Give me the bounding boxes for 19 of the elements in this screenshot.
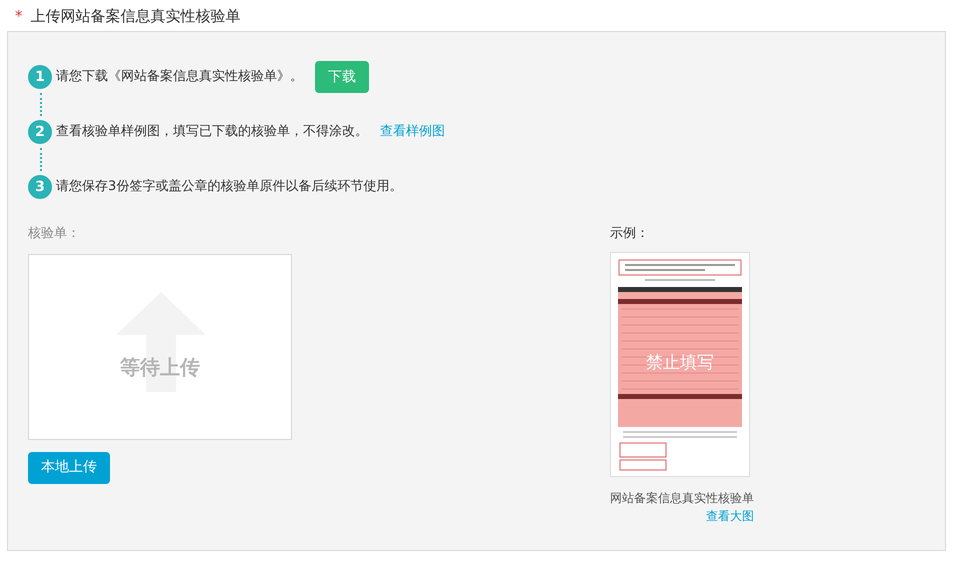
sample-caption: 网站备案信息真实性核验单 [610, 490, 754, 506]
field-label: 示例： [610, 225, 649, 243]
upload-status-text: 等待上传 [120, 354, 200, 380]
section-title: 上传网站备案信息真实性核验单 [30, 6, 240, 27]
field-label: 核验单： [28, 225, 80, 243]
step-number: 3 [28, 175, 52, 199]
step-text: 查看核验单样例图，填写已下载的核验单，不得涂改。 [56, 123, 368, 142]
step-number: 1 [28, 65, 52, 89]
view-large-link[interactable]: 查看大图 [706, 506, 754, 524]
download-button[interactable]: 下载 [315, 61, 369, 93]
stamp-text: 禁止填写 [646, 352, 714, 374]
step-number: 2 [28, 120, 52, 144]
required-mark: * [15, 6, 22, 27]
upload-button[interactable]: 本地上传 [28, 452, 110, 484]
upload-area[interactable]: 等待上传 [28, 254, 292, 440]
view-sample-link[interactable]: 查看样例图 [380, 122, 445, 142]
step-text: 请您保存3份签字或盖公章的核验单原件以备后续环节使用。 [56, 178, 402, 196]
step-text: 请您下载《网站备案信息真实性核验单》。 [56, 68, 303, 86]
sample-document-thumbnail[interactable]: 禁止填写 [610, 252, 750, 476]
